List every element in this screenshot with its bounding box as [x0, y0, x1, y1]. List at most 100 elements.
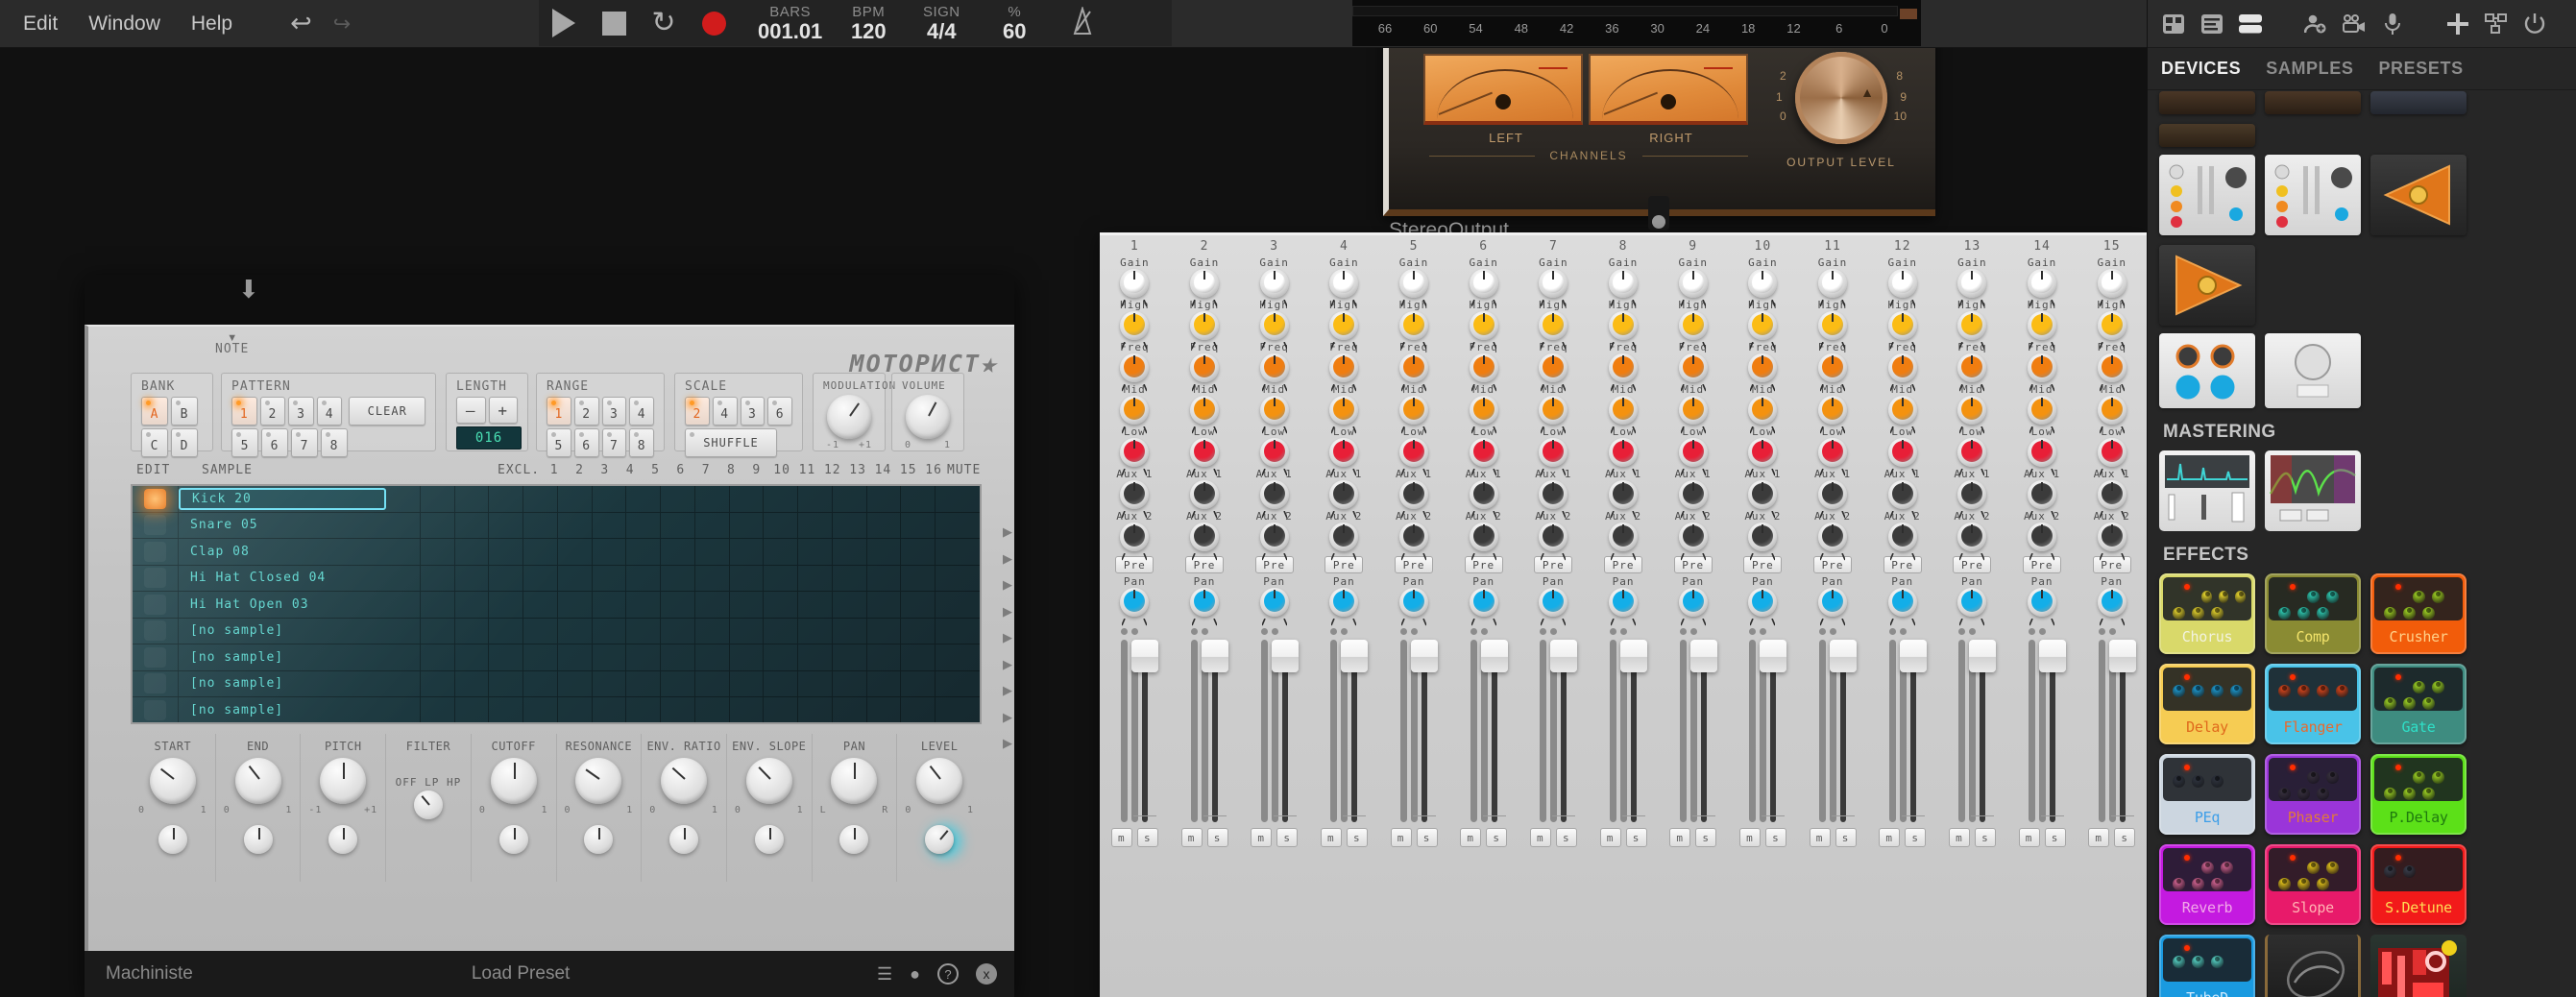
step-cell[interactable]	[489, 644, 523, 670]
effect-reverb[interactable]: Reverb	[2159, 844, 2255, 925]
knob-pan[interactable]	[1539, 588, 1567, 617]
step-cell[interactable]	[833, 697, 867, 723]
knob-freq[interactable]	[1679, 353, 1708, 382]
trigger-cell[interactable]	[133, 592, 179, 618]
knob-aux-1[interactable]	[1888, 480, 1917, 509]
knob-freq[interactable]	[1329, 353, 1358, 382]
step-cell[interactable]	[489, 671, 523, 697]
knob-freq[interactable]	[2098, 353, 2126, 382]
modulation-knob[interactable]	[827, 395, 871, 439]
midi-icon[interactable]: ●	[910, 964, 920, 985]
step-cell[interactable]	[523, 671, 558, 697]
step-cell[interactable]	[867, 592, 902, 618]
swirl-device[interactable]	[2265, 935, 2361, 997]
step-cell[interactable]	[661, 566, 695, 592]
step-cell[interactable]	[764, 513, 798, 539]
bank-button-d[interactable]: D	[171, 428, 198, 457]
step-cell[interactable]	[695, 513, 730, 539]
output-level-control[interactable]: 0 1 2 8 9 10 OUTPUT LEVEL	[1774, 48, 1908, 169]
knob-low[interactable]	[1329, 438, 1358, 467]
step-cell[interactable]	[661, 486, 695, 512]
note-selector[interactable]: ▼ NOTE	[215, 334, 249, 356]
volume-fader-handle[interactable]	[1272, 640, 1299, 672]
step-cell[interactable]	[489, 697, 523, 723]
param-knob[interactable]	[746, 758, 792, 804]
step-cell[interactable]	[695, 486, 730, 512]
mute-button[interactable]: m	[1600, 828, 1621, 847]
knob-freq[interactable]	[1957, 353, 1986, 382]
step-cell[interactable]	[455, 486, 490, 512]
pattern-button-3[interactable]: 3	[288, 397, 314, 426]
mixer-channel-5[interactable]: 5GainHighFreqMidLowAux 1Aux 2PrePanms	[1379, 235, 1449, 997]
mute-button[interactable]: m	[1251, 828, 1272, 847]
player-left-device-thumb[interactable]	[2370, 155, 2467, 235]
pedal-knob[interactable]	[2413, 681, 2425, 693]
device-thumbnail[interactable]	[2265, 91, 2361, 114]
knob-gain[interactable]	[1888, 269, 1917, 298]
mute-button[interactable]: m	[1879, 828, 1900, 847]
mute-button[interactable]: m	[1530, 828, 1551, 847]
knob-aux-2[interactable]	[1470, 523, 1498, 551]
knob-gain[interactable]	[1399, 269, 1428, 298]
trigger-cell[interactable]	[133, 566, 179, 592]
sequencer-row[interactable]: [no sample]	[133, 671, 982, 698]
range-button-2[interactable]: 2	[574, 397, 599, 426]
trigger-cell[interactable]	[133, 513, 179, 539]
solo-button[interactable]: s	[1835, 828, 1857, 847]
knob-mid[interactable]	[1470, 396, 1498, 425]
volume-fader-handle[interactable]	[1830, 640, 1857, 672]
knob-low[interactable]	[1260, 438, 1289, 467]
knob-low[interactable]	[2028, 438, 2056, 467]
trigger-pad[interactable]	[144, 620, 166, 641]
load-preset-button[interactable]: Load Preset	[472, 963, 570, 985]
volume-fader-track[interactable]	[1980, 640, 1985, 822]
knob-aux-2[interactable]	[2098, 523, 2126, 551]
mute-cell[interactable]	[936, 566, 982, 592]
step-cell[interactable]	[455, 697, 490, 723]
step-cell[interactable]	[386, 592, 421, 618]
param-knob[interactable]	[661, 758, 707, 804]
step-cell[interactable]	[798, 513, 833, 539]
knob-low[interactable]	[1748, 438, 1777, 467]
mute-cell[interactable]	[936, 539, 982, 565]
pedal-knob[interactable]	[2173, 685, 2185, 697]
trigger-pad[interactable]	[144, 700, 166, 720]
step-cell[interactable]	[455, 619, 490, 644]
param-modulation-knob[interactable]	[925, 825, 954, 854]
param-modulation-knob[interactable]	[669, 825, 698, 854]
step-cell[interactable]	[455, 644, 490, 670]
step-cell[interactable]	[798, 486, 833, 512]
knob-mid[interactable]	[1609, 396, 1638, 425]
pattern-button-2[interactable]: 2	[260, 397, 286, 426]
step-cell[interactable]	[523, 697, 558, 723]
pedal-knob[interactable]	[2317, 685, 2329, 697]
loop-button[interactable]: ↻	[639, 0, 689, 46]
mixer-channel-6[interactable]: 6GainHighFreqMidLowAux 1Aux 2PrePanms	[1448, 235, 1519, 997]
knob-gain[interactable]	[1679, 269, 1708, 298]
audio-out-jack[interactable]	[1648, 196, 1669, 231]
step-cell[interactable]	[764, 566, 798, 592]
step-cell[interactable]	[798, 697, 833, 723]
pattern-button-5[interactable]: 5	[231, 428, 258, 457]
pedal-knob[interactable]	[2221, 862, 2233, 874]
redo-arrow-icon[interactable]: ↪	[333, 13, 351, 35]
step-cell[interactable]	[867, 619, 902, 644]
signature-display[interactable]: SIGN 4/4	[914, 4, 968, 43]
step-cell[interactable]	[901, 592, 936, 618]
pedal-knob[interactable]	[2307, 771, 2320, 784]
knob-mid[interactable]	[1818, 396, 1847, 425]
mixer-channel-15[interactable]: 15GainHighFreqMidLowAux 1Aux 2PrePanms	[2077, 235, 2147, 997]
step-cell[interactable]	[661, 513, 695, 539]
player-right-device-thumb[interactable]	[2159, 245, 2255, 326]
sequencer-row[interactable]: Snare 05	[133, 513, 982, 540]
plus-icon[interactable]	[2443, 12, 2472, 36]
param-modulation-knob[interactable]	[839, 825, 868, 854]
param-knob[interactable]	[831, 758, 877, 804]
pedal-knob[interactable]	[2326, 862, 2339, 874]
knob-freq[interactable]	[1120, 353, 1149, 382]
effect-phaser[interactable]: Phaser	[2265, 754, 2361, 835]
sample-slot-name[interactable]: [no sample]	[179, 699, 386, 721]
volume-fader-track[interactable]	[1351, 640, 1357, 822]
row-output-arrow-icon[interactable]: ▶	[1003, 571, 1012, 598]
browser-content[interactable]: MASTERINGEFFECTSChorusCompCrusherDelayFl…	[2148, 91, 2576, 997]
